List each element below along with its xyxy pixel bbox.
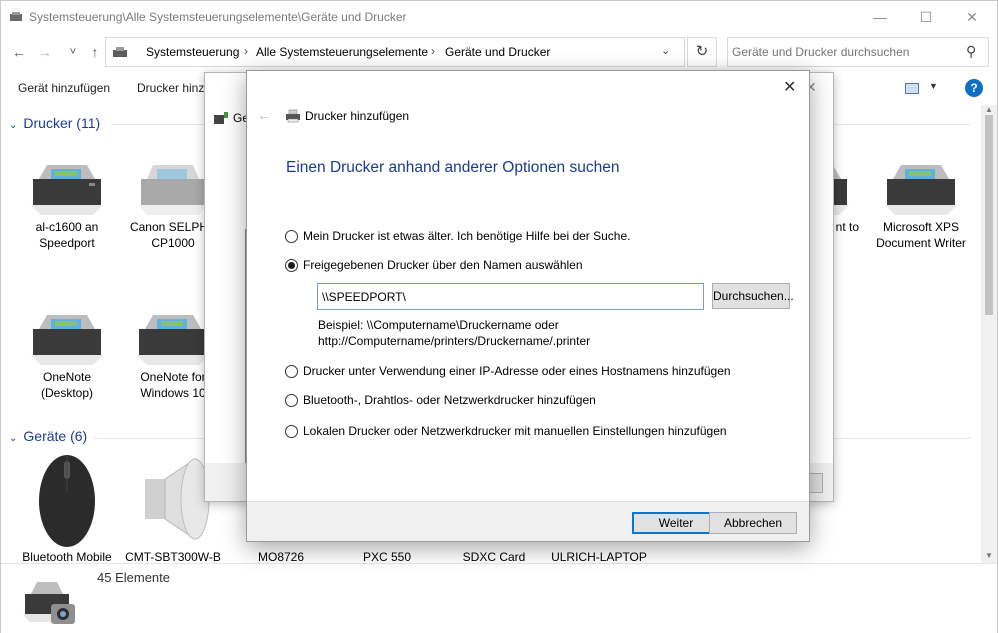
- refresh-button[interactable]: ↻: [687, 37, 717, 67]
- example-text: Beispiel: \\Computername\Druckername ode…: [318, 317, 590, 349]
- option-label: Bluetooth-, Drahtlos- oder Netzwerkdruck…: [303, 393, 596, 407]
- forward-arrow-icon[interactable]: →: [35, 43, 55, 61]
- breadcrumb-alle-elemente[interactable]: Alle Systemsteuerungselemente: [256, 45, 428, 59]
- breadcrumb-separator-icon: ›: [431, 44, 435, 58]
- address-dropdown-icon[interactable]: ⌄: [661, 44, 670, 57]
- group-label: Geräte (6): [23, 428, 88, 444]
- device-label: al-c1600 an Speedport: [35, 220, 99, 250]
- printer-item[interactable]: OneNote (Desktop): [17, 309, 117, 401]
- mouse-icon: [39, 455, 95, 547]
- devices-group-header[interactable]: ⌄ Geräte (6): [9, 428, 87, 444]
- printer-icon: [885, 165, 957, 215]
- cancel-button[interactable]: Abbrechen: [709, 512, 797, 534]
- up-arrow-icon[interactable]: ↑: [85, 43, 105, 61]
- help-icon[interactable]: ?: [965, 79, 983, 97]
- dialog-footer: Weiter Abbrechen: [247, 501, 809, 541]
- chevron-down-icon: ⌄: [9, 433, 18, 444]
- vertical-scrollbar[interactable]: ▲ ▼: [981, 105, 997, 563]
- breadcrumb-separator-icon: ›: [244, 44, 248, 58]
- radio-button-selected[interactable]: [285, 259, 298, 272]
- recent-locations-icon[interactable]: ˅: [63, 43, 83, 61]
- camera-printer-icon: [23, 582, 75, 624]
- breadcrumb-geraete-drucker[interactable]: Geräte und Drucker: [445, 45, 550, 59]
- search-icon[interactable]: ⚲: [966, 43, 976, 60]
- item-count: 45 Elemente: [97, 570, 170, 585]
- window-title: Systemsteuerung\Alle Systemsteuerungsele…: [29, 10, 407, 24]
- printer-icon: [286, 109, 300, 123]
- back-arrow-icon[interactable]: ←: [9, 43, 29, 61]
- address-bar[interactable]: Systemsteuerung › Alle Systemsteuerungse…: [105, 37, 685, 67]
- breadcrumb-systemsteuerung[interactable]: Systemsteuerung: [146, 45, 239, 59]
- back-arrow-icon[interactable]: ←: [257, 107, 271, 123]
- view-options-icon[interactable]: [905, 83, 919, 94]
- option-label: Lokalen Drucker oder Netzwerkdrucker mit…: [303, 424, 727, 438]
- close-icon[interactable]: ✕: [783, 77, 796, 97]
- close-button[interactable]: ✕: [949, 1, 995, 33]
- add-printer-dialog: ✕ ← Drucker hinzufügen Einen Drucker anh…: [246, 70, 810, 542]
- control-panel-icon: [113, 47, 127, 57]
- printer-icon: [137, 315, 209, 365]
- printer-item[interactable]: Microsoft XPS Document Writer: [867, 159, 975, 251]
- speaker-icon: [145, 458, 210, 540]
- next-button[interactable]: Weiter: [632, 512, 720, 534]
- control-panel-icon: [10, 12, 22, 21]
- view-dropdown-icon[interactable]: ▼: [929, 81, 938, 91]
- maximize-button[interactable]: ☐: [903, 1, 949, 33]
- device-label: Microsoft XPS Document Writer: [876, 220, 966, 250]
- example-line-2: http://Computername/printers/Druckername…: [318, 334, 591, 348]
- scrollbar-thumb[interactable]: [985, 115, 993, 315]
- printer-icon: [31, 315, 103, 365]
- title-bar: Systemsteuerung\Alle Systemsteuerungsele…: [1, 1, 997, 33]
- scroll-up-icon[interactable]: ▲: [985, 105, 993, 114]
- printer-name-input[interactable]: [317, 283, 704, 310]
- browse-button[interactable]: Durchsuchen...: [712, 283, 794, 309]
- minimize-button[interactable]: —: [857, 1, 903, 33]
- dialog-title: Drucker hinzufügen: [305, 109, 410, 123]
- chevron-down-icon: ⌄: [9, 120, 18, 131]
- option-label: Drucker unter Verwendung einer IP-Adress…: [303, 364, 731, 378]
- add-device-button[interactable]: Gerät hinzufügen: [18, 81, 110, 95]
- scroll-down-icon[interactable]: ▼: [985, 551, 993, 560]
- radio-button[interactable]: [285, 394, 298, 407]
- option-label: Mein Drucker ist etwas älter. Ich benöti…: [303, 229, 631, 243]
- add-printer-button[interactable]: Drucker hinzufügen: [137, 81, 205, 95]
- radio-button[interactable]: [285, 230, 298, 243]
- example-line-1: Beispiel: \\Computername\Druckername ode…: [318, 318, 559, 332]
- printers-group-header[interactable]: ⌄ Drucker (11): [9, 115, 100, 131]
- search-input[interactable]: [732, 43, 952, 61]
- printer-icon: [139, 165, 207, 215]
- device-item[interactable]: Bluetooth Mobile: [17, 453, 117, 565]
- radio-button[interactable]: [285, 425, 298, 438]
- printer-icon: [31, 165, 103, 215]
- radio-button[interactable]: [285, 365, 298, 378]
- device-label: OneNote (Desktop): [40, 370, 93, 400]
- address-row: ← → ˅ ↑ Systemsteuerung › Alle Systemste…: [1, 33, 997, 71]
- status-bar: 45 Elemente: [1, 563, 997, 633]
- option-label: Freigegebenen Drucker über den Namen aus…: [303, 258, 583, 272]
- add-device-icon: [214, 112, 228, 124]
- group-label: Drucker (11): [23, 115, 101, 131]
- dialog-heading: Einen Drucker anhand anderer Optionen su…: [286, 159, 620, 176]
- search-box[interactable]: ⚲: [727, 37, 989, 67]
- printer-item[interactable]: al-c1600 an Speedport: [17, 159, 117, 251]
